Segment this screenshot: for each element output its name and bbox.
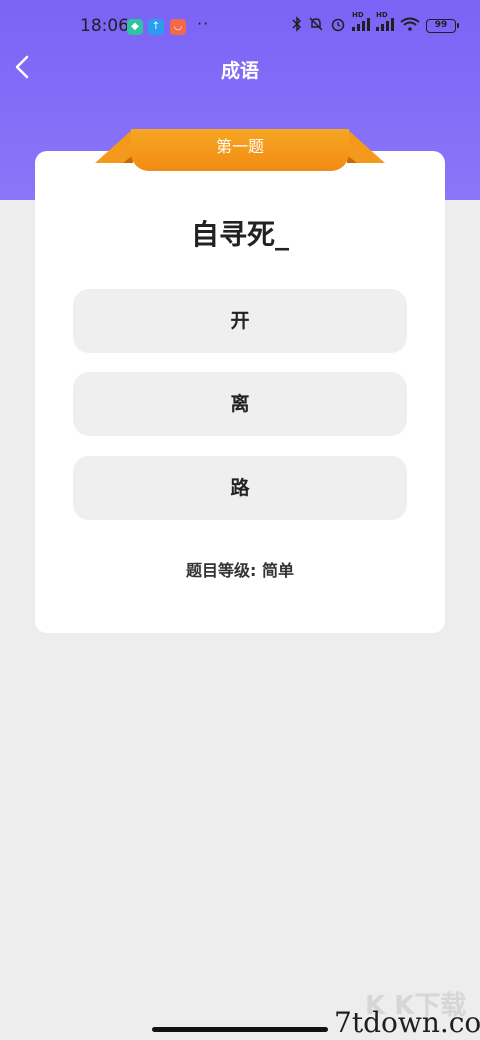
option-button-1[interactable]: 开 (73, 289, 407, 353)
question-number-ribbon: 第一题 (95, 129, 385, 173)
shield-app-icon: ◆ (127, 19, 143, 35)
watermark: 7tdown.com (334, 1006, 480, 1039)
bluetooth-icon (292, 16, 302, 36)
status-time: 18:06 (80, 16, 129, 36)
more-notifications-icon: ·· (197, 14, 210, 33)
alarm-icon (330, 16, 346, 36)
option-button-2[interactable]: 离 (73, 372, 407, 436)
mute-bell-icon (308, 16, 324, 36)
upload-app-icon: ↑ (148, 19, 164, 35)
wifi-icon (400, 17, 420, 35)
ribbon-right-wing (347, 129, 385, 163)
status-icons: HD HD 99 (292, 11, 459, 36)
hd-label: HD (376, 11, 388, 19)
red-app-icon: ◡ (170, 19, 186, 35)
hd-label: HD (352, 11, 364, 19)
question-text: 自寻死_ (190, 218, 289, 251)
question-card: 自寻死_ 开 离 路 题目等级: 简单 (35, 151, 445, 633)
quiz-screen: 18:06 ◆ ↑ ◡ ·· HD HD 99 成语 自寻死_ 开 离 路 题目… (0, 0, 480, 1040)
signal-icon: HD (376, 11, 394, 35)
home-indicator[interactable] (152, 1027, 328, 1032)
option-button-3[interactable]: 路 (73, 456, 407, 520)
ribbon-label: 第一题 (131, 129, 349, 171)
difficulty-level: 题目等级: 简单 (186, 561, 294, 580)
ribbon-left-wing (95, 129, 133, 163)
battery-icon: 99 (426, 19, 459, 33)
signal-icon: HD (352, 11, 370, 35)
page-title: 成语 (220, 60, 259, 82)
status-bar: 18:06 ◆ ↑ ◡ ·· HD HD 99 (0, 0, 480, 52)
